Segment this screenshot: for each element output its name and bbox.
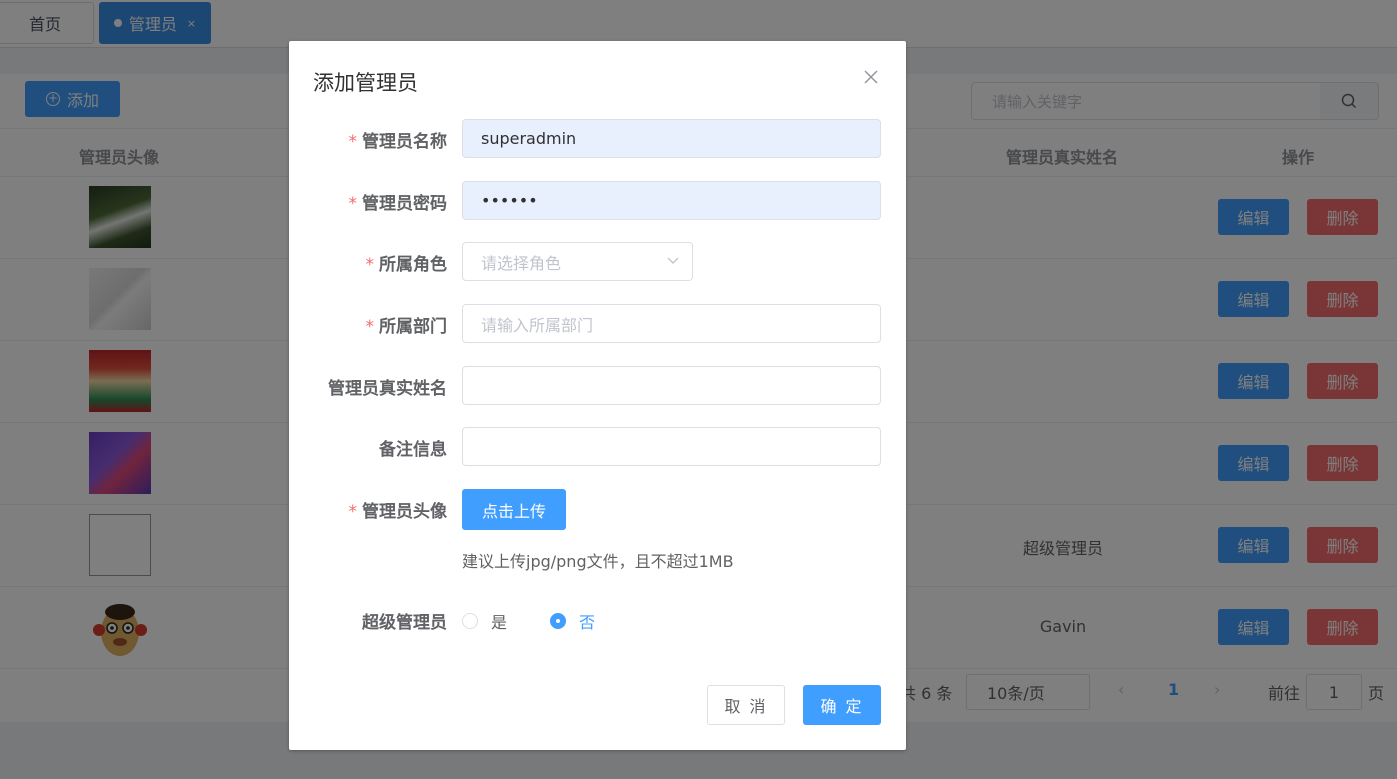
password-label: * 管理员密码 — [348, 194, 448, 214]
dialog-title: 添加管理员 — [313, 71, 418, 95]
radio-circle-checked — [550, 613, 566, 629]
radio-no-label: 否 — [579, 613, 596, 632]
close-icon[interactable] — [864, 70, 878, 84]
remark-input[interactable] — [462, 427, 881, 466]
super-admin-label: 超级管理员 — [362, 613, 447, 633]
chevron-down-icon — [667, 257, 679, 264]
radio-super-no[interactable]: 否 — [550, 609, 595, 633]
realname-input[interactable] — [462, 366, 881, 405]
radio-circle — [462, 613, 478, 629]
remark-label: 备注信息 — [379, 440, 447, 460]
admin-name-value: superadmin — [481, 129, 577, 148]
upload-tip: 建议上传jpg/png文件，且不超过1MB — [462, 552, 734, 571]
role-placeholder: 请选择角色 — [481, 253, 562, 273]
realname-label: 管理员真实姓名 — [328, 379, 447, 399]
name-label: * 管理员名称 — [348, 132, 448, 152]
dept-placeholder: 请输入所属部门 — [481, 315, 594, 335]
avatar-label: * 管理员头像 — [348, 502, 448, 522]
admin-password-input[interactable]: •••••• — [462, 181, 881, 220]
role-label: * 所属角色 — [365, 255, 448, 275]
add-admin-dialog: 添加管理员 * 管理员名称 superadmin * 管理员密码 •••••• * 所… — [289, 41, 906, 750]
cancel-button[interactable]: 取 消 — [707, 685, 785, 725]
radio-yes-label: 是 — [491, 613, 508, 632]
role-select[interactable]: 请选择角色 — [462, 242, 693, 281]
dept-input[interactable]: 请输入所属部门 — [462, 304, 881, 343]
upload-button[interactable]: 点击上传 — [462, 489, 566, 530]
admin-password-value: •••••• — [481, 191, 538, 210]
confirm-button[interactable]: 确 定 — [803, 685, 881, 725]
admin-name-input[interactable]: superadmin — [462, 119, 881, 158]
dept-label: * 所属部门 — [365, 317, 448, 337]
radio-super-yes[interactable]: 是 — [462, 609, 507, 633]
